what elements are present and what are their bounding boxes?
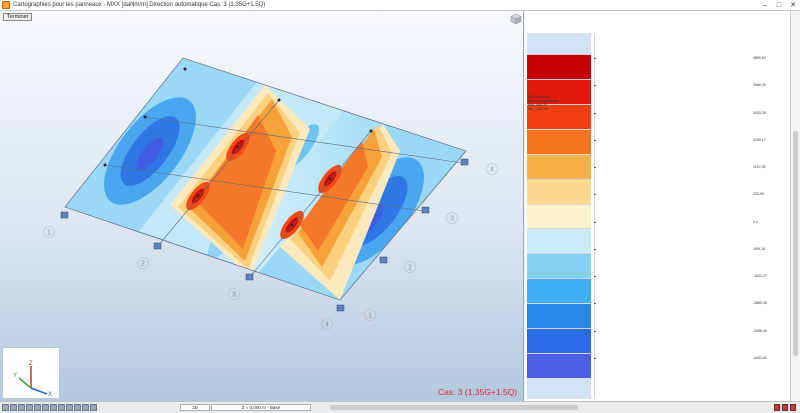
legend-tick-mark [594, 221, 596, 223]
legend-tick-label: 1167,06 [753, 165, 766, 170]
axis-y-label: Y [13, 373, 17, 379]
horizontal-scrollbar[interactable] [330, 405, 578, 410]
layer-icon[interactable] [34, 404, 41, 411]
legend-tick-label: 3966,39 [753, 83, 766, 88]
view-cube-icon[interactable] [510, 13, 522, 25]
vertical-scrollbar[interactable] [793, 131, 798, 356]
legend-tick-label: -2565,38 [753, 301, 767, 306]
support-label-4-right: 4 [490, 167, 494, 174]
axis-triad: Z X Y [2, 347, 60, 399]
window-title: Cartographies pour les panneaux - MXX [d… [13, 2, 266, 8]
legend-info-min: Min: -2593,96 [528, 107, 548, 111]
print-icon[interactable] [74, 404, 81, 411]
legend-tick-label: 233,95 [753, 192, 764, 197]
legend-tick-mark [594, 276, 596, 278]
support-label-3-front: 3 [232, 292, 236, 299]
status-right-icons [774, 404, 796, 411]
legend-info: MXX [daNm/m] Direction automatique Max: … [528, 95, 588, 111]
view-mode-field[interactable]: 3D [180, 404, 210, 411]
panel-map-scene[interactable]: 1 2 3 4 4 3 2 1 [0, 11, 524, 401]
support-label-2-left: 2 [141, 261, 145, 268]
legend-swatch [527, 178, 591, 204]
load-case-label: Cas: 3 (1.35G+1.5Q) [438, 387, 518, 397]
section-icon[interactable] [58, 404, 65, 411]
rotate-icon[interactable] [18, 404, 25, 411]
axis-x-label: X [48, 392, 52, 398]
settings-icon[interactable] [82, 404, 89, 411]
legend-tick-label: 2100,17 [753, 137, 766, 142]
work-plane-field[interactable]: Z = 0,000 m - Base [211, 404, 311, 411]
title-bar: Cartographies pour les panneaux - MXX [d… [0, 0, 800, 11]
legend-swatch-bottom [527, 377, 591, 399]
measure-icon[interactable] [50, 404, 57, 411]
support-label-4-front: 4 [325, 322, 329, 329]
support-label-3-right: 3 [450, 216, 454, 223]
legend-swatch [527, 153, 591, 179]
legend-color-scale [527, 33, 591, 399]
legend-swatch [527, 54, 591, 79]
status-icon-2[interactable] [782, 404, 788, 411]
support-label-2-right: 2 [408, 265, 412, 272]
legend-tick-mark [594, 303, 596, 305]
legend-tick-label: -699,16 [753, 246, 765, 251]
legend-swatch [527, 353, 591, 378]
legend-tick-mark [594, 85, 596, 87]
legend-swatch [527, 128, 591, 154]
legend-tick-mark [594, 112, 596, 114]
legend-scale-line [594, 33, 595, 399]
status-bar: 3D Z = 0,000 m - Base [0, 401, 800, 413]
render-icon[interactable] [66, 404, 73, 411]
legend-tick-mark [594, 167, 596, 169]
legend-swatch-top [527, 33, 591, 54]
close-icon[interactable]: ✕ [788, 1, 798, 10]
legend-tick-label: 0,0 [753, 219, 758, 224]
status-icon-3[interactable] [790, 404, 796, 411]
legend-tick-mark [594, 58, 596, 59]
select-icon[interactable] [42, 404, 49, 411]
legend-panel: MXX [daNm/m] Direction automatique Max: … [525, 11, 790, 401]
maximize-icon[interactable]: □ [774, 1, 784, 10]
legend-swatch [527, 253, 591, 279]
legend-swatch [527, 228, 591, 254]
finish-button[interactable]: Terminer [3, 13, 33, 21]
status-tools [2, 404, 97, 411]
legend-tick-mark [594, 194, 596, 196]
legend-swatch [527, 303, 591, 329]
status-icon-1[interactable] [774, 404, 780, 411]
legend-swatch [527, 328, 591, 354]
legend-tick-label: -1632,27 [753, 274, 767, 279]
legend-tick-mark [594, 139, 596, 141]
legend-tick-mark [594, 330, 596, 332]
legend-tick-mark [594, 248, 596, 250]
map-viewport[interactable]: 1 2 3 4 4 3 2 1 Terminer Cas: 3 (1.35G+1… [0, 11, 524, 401]
legend-tick-mark [594, 358, 596, 359]
pan-icon[interactable] [2, 404, 9, 411]
legend-tick-label: -3498,49 [753, 328, 767, 333]
minimize-icon[interactable]: – [760, 1, 770, 10]
legend-swatch [527, 278, 591, 304]
app-icon [2, 1, 10, 9]
side-scrollbar-area [790, 11, 800, 401]
window-controls: – □ ✕ [760, 1, 798, 10]
legend-swatch [527, 203, 591, 229]
support-label-1-left: 1 [47, 230, 51, 237]
legend-tick-label: -4431,60 [753, 356, 767, 360]
axis-z-label: Z [29, 361, 33, 367]
zoom-icon[interactable] [10, 404, 17, 411]
help-icon[interactable] [90, 404, 97, 411]
zoom-extents-icon[interactable] [26, 404, 33, 411]
legend-tick-label: 4899,50 [753, 56, 766, 60]
legend-tick-label: 3033,28 [753, 110, 766, 115]
support-label-1-right: 1 [368, 313, 372, 320]
